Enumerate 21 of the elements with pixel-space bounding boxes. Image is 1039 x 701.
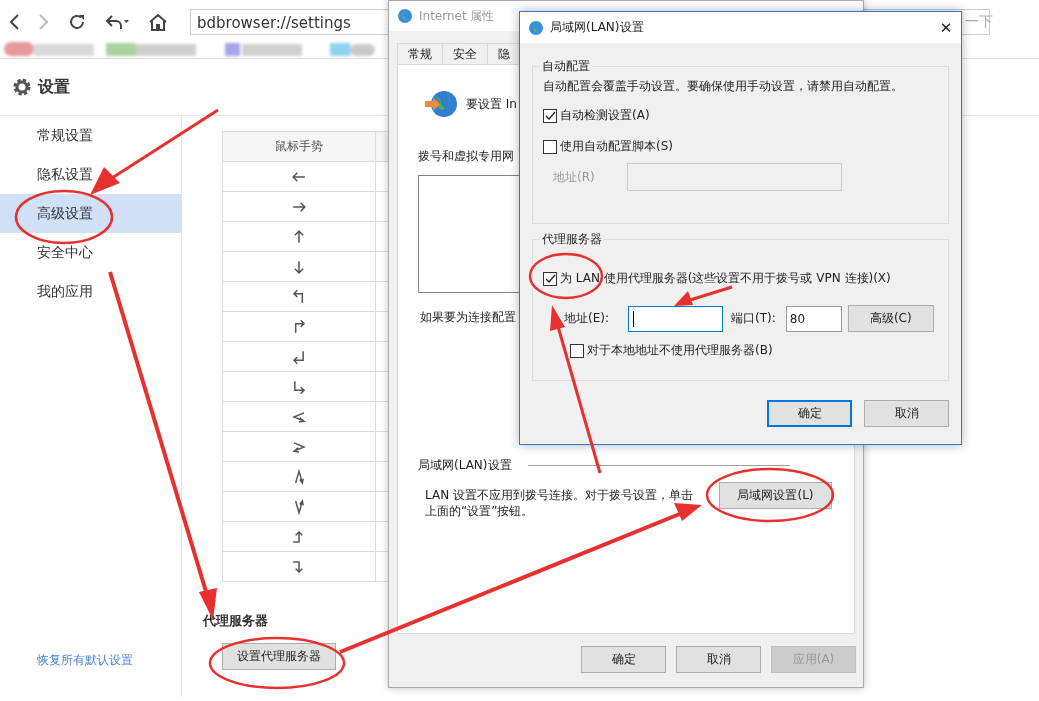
group-label: 自动配置 — [541, 58, 591, 75]
section-heading: 代理服务器 — [203, 612, 269, 630]
section-label: 局域网(LAN)设置 — [418, 457, 512, 474]
checkbox-label: 自动检测设置(A) — [560, 107, 650, 124]
checkbox-label: 为 LAN 使用代理服务器(这些设置不用于拨号或 VPN 连接)(X) — [560, 270, 891, 287]
field-label: 地址(E): — [564, 310, 610, 327]
settings-title: 设置 — [38, 76, 70, 98]
config-text: 如果要为连接配置 — [420, 309, 516, 326]
checkbox-label: 对于本地地址不使用代理服务器(B) — [587, 342, 773, 359]
group-label: 代理服务器 — [541, 231, 603, 248]
intro-text: 要设置 In — [466, 95, 517, 113]
auto-config-note: 自动配置会覆盖手动设置。要确保使用手动设置，请禁用自动配置。 — [543, 78, 904, 95]
window-title: Internet 属性 — [419, 7, 495, 25]
table-header: 鼠标手势 — [222, 131, 376, 162]
window-title: 局域网(LAN)设置 — [550, 19, 645, 36]
search-hint: 一下 — [965, 13, 993, 31]
section-label: 拨号和虚拟专用网 — [418, 148, 514, 165]
checkbox-label: 使用自动配置脚本(S) — [560, 138, 673, 155]
lan-note: LAN 设置不应用到拨号连接。对于拨号设置，单击 上面的“设置”按钮。 — [425, 487, 693, 519]
field-label: 端口(T): — [731, 310, 776, 327]
field-label: 地址(R) — [553, 168, 596, 186]
